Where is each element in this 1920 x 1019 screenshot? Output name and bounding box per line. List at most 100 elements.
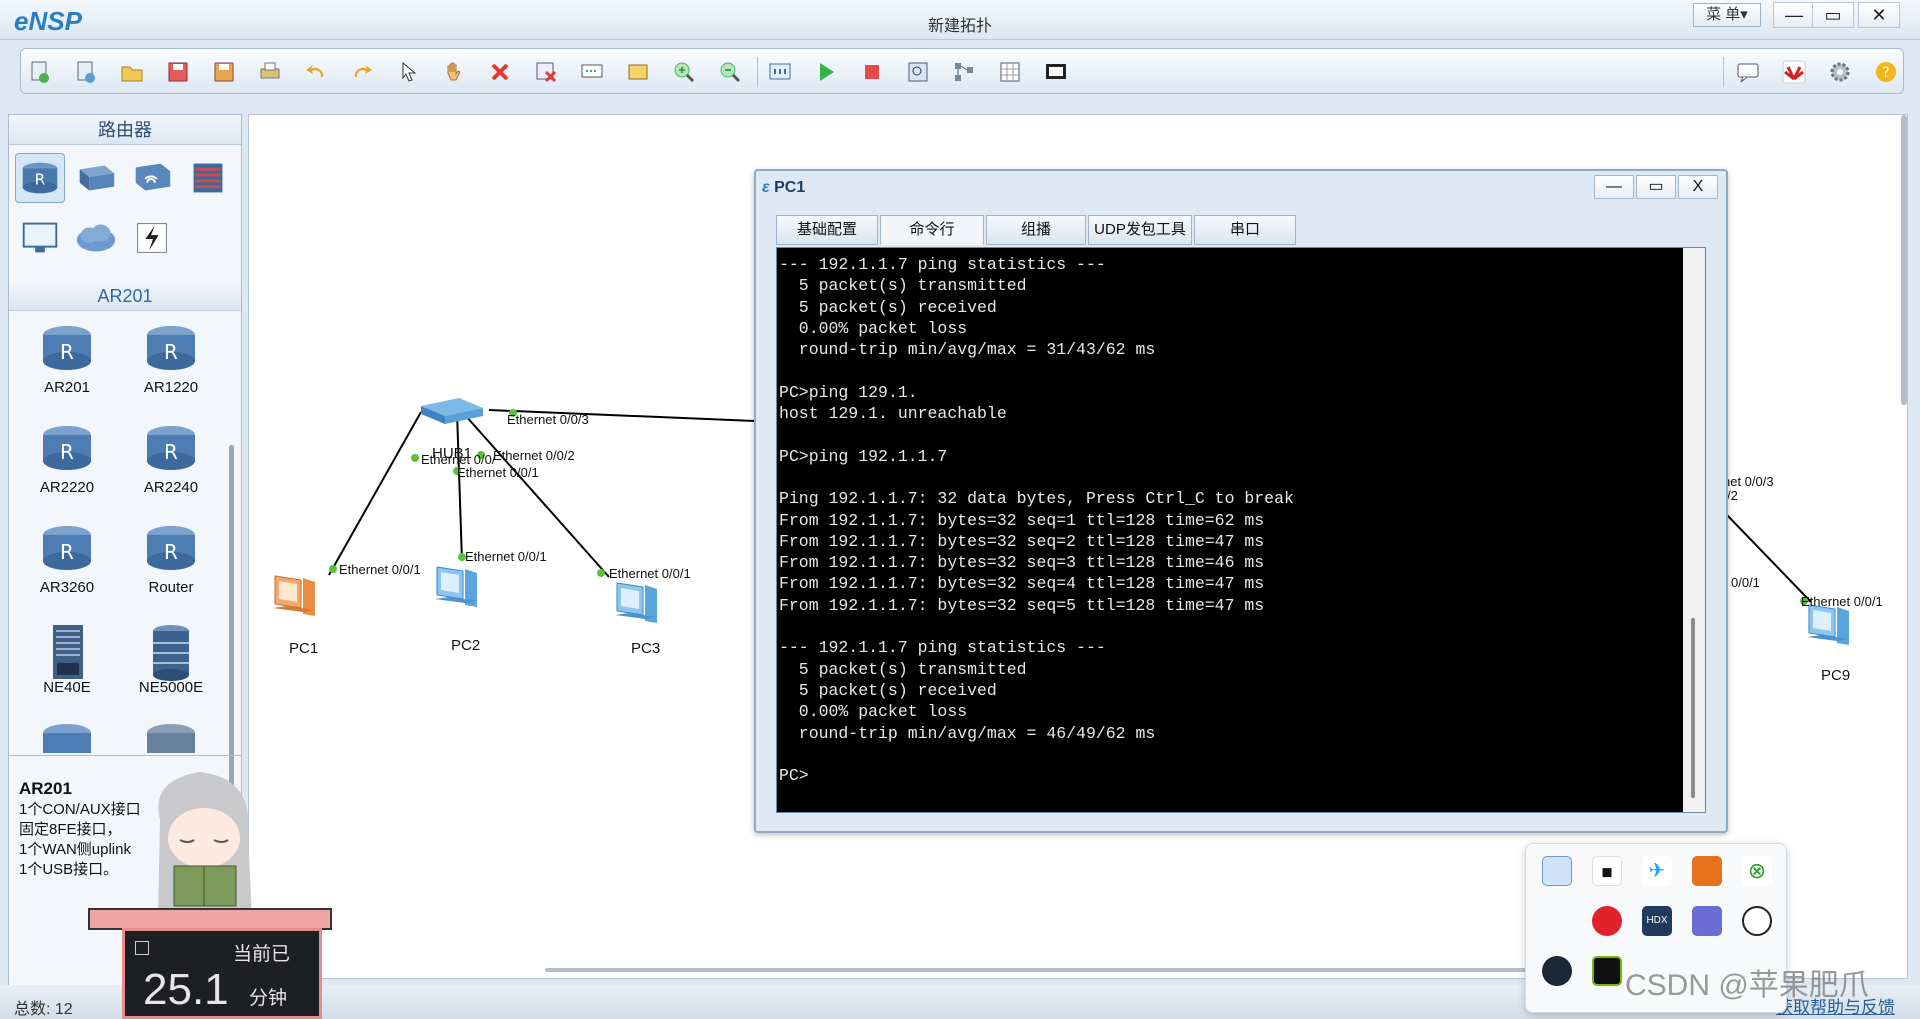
device-ar3260[interactable]: R AR3260: [22, 521, 112, 596]
fit-icon[interactable]: [767, 59, 793, 85]
svg-text:R: R: [35, 171, 46, 189]
minimize-button[interactable]: —: [1773, 2, 1815, 28]
cloud-category-icon[interactable]: [71, 213, 121, 263]
link-category-icon[interactable]: [127, 213, 177, 263]
pc3-icon[interactable]: [611, 577, 675, 633]
feishu-icon[interactable]: ✈: [1642, 856, 1672, 886]
dialog-close-button[interactable]: X: [1678, 175, 1718, 199]
port-label: 0/0/1: [1731, 575, 1760, 590]
tab-udp-tool[interactable]: UDP发包工具: [1088, 215, 1192, 245]
switch-category-icon[interactable]: [71, 153, 121, 203]
select-icon[interactable]: [395, 59, 421, 85]
menu-button[interactable]: 菜 单▾: [1693, 3, 1761, 27]
dialog-maximize-button[interactable]: ▭: [1636, 175, 1676, 199]
settings-icon[interactable]: [1827, 59, 1853, 85]
wireless-category-icon[interactable]: [127, 153, 177, 203]
zoom-out-icon[interactable]: [717, 59, 743, 85]
device-ar201[interactable]: R AR201: [22, 321, 112, 396]
save-icon[interactable]: [165, 59, 191, 85]
port-label: Ethernet 0/0/1: [339, 562, 421, 577]
delete-icon[interactable]: [487, 59, 513, 85]
desc-line: 1个WAN侧uplink: [19, 841, 131, 858]
pan-hand-icon[interactable]: [441, 59, 467, 85]
router-icon: R: [37, 421, 97, 477]
device-ar2240[interactable]: R AR2240: [126, 421, 216, 496]
device-router[interactable]: R Router: [126, 521, 216, 596]
device-partial[interactable]: [126, 719, 216, 753]
router-icon: R: [37, 521, 97, 577]
notion-icon[interactable]: ◼: [1592, 856, 1622, 886]
device-ne40e[interactable]: NE40E: [22, 621, 112, 696]
terminal-scrollbar[interactable]: [1683, 248, 1705, 812]
router-category-icon[interactable]: R: [15, 153, 65, 203]
terminal[interactable]: --- 192.1.1.7 ping statistics --- 5 pack…: [776, 247, 1706, 813]
print-icon[interactable]: [257, 59, 283, 85]
close-button[interactable]: ✕: [1858, 2, 1900, 28]
pc9-label: PC9: [1821, 667, 1851, 684]
undo-icon[interactable]: [303, 59, 329, 85]
tab-serial[interactable]: 串口: [1194, 215, 1296, 245]
timer-value: 25.1: [143, 965, 229, 1014]
device-ne5000e[interactable]: NE5000E: [126, 621, 216, 696]
pc2-icon[interactable]: [431, 561, 495, 617]
zoom-in-icon[interactable]: [671, 59, 697, 85]
category-header: 路由器: [9, 115, 241, 145]
firewall-category-icon[interactable]: [183, 153, 233, 203]
device-label: AR1220: [143, 379, 199, 396]
port-label: Ethernet 0/0/1: [1801, 594, 1883, 609]
chat-icon[interactable]: [1735, 59, 1761, 85]
pc-category-icon[interactable]: [15, 213, 65, 263]
ensp-icon: ε: [762, 179, 770, 196]
pc1-dialog: ε PC1 — ▭ X 基础配置 命令行 组播 UDP发包工具 串口 --- 1…: [754, 169, 1728, 833]
desc-line: 1个USB接口。: [19, 861, 119, 878]
dialog-minimize-button[interactable]: —: [1594, 175, 1634, 199]
restore-button[interactable]: ▭: [1812, 2, 1854, 28]
device-partial[interactable]: [22, 719, 112, 753]
tab-multicast[interactable]: 组播: [986, 215, 1086, 245]
netease-music-icon[interactable]: [1592, 906, 1622, 936]
save-as-icon[interactable]: [211, 59, 237, 85]
stop-all-icon[interactable]: [859, 59, 885, 85]
start-all-icon[interactable]: [813, 59, 839, 85]
device-ar1220[interactable]: R AR1220: [126, 321, 216, 396]
hdx-icon[interactable]: HDX: [1642, 906, 1672, 936]
pc1-icon[interactable]: [269, 570, 333, 626]
device-label: AR3260: [39, 579, 95, 596]
steam-icon[interactable]: [1542, 956, 1572, 986]
help-icon[interactable]: ?: [1873, 59, 1899, 85]
grid-icon[interactable]: [997, 59, 1023, 85]
blank-icon[interactable]: [1542, 906, 1572, 936]
new-topology-icon[interactable]: [27, 59, 53, 85]
chassis-router-icon: [141, 621, 201, 681]
port-label: Ethernet 0/0/2: [493, 448, 575, 463]
paint-app-icon[interactable]: [1542, 856, 1572, 886]
capture-icon[interactable]: [905, 59, 931, 85]
device-scrollbar[interactable]: [229, 445, 234, 795]
device-count: 总数: 12: [14, 1001, 73, 1018]
toolbar: ?: [20, 48, 1904, 94]
router-icon: [37, 719, 97, 753]
redo-icon[interactable]: [349, 59, 375, 85]
delete-links-icon[interactable]: [533, 59, 559, 85]
device-ar2220[interactable]: R AR2220: [22, 421, 112, 496]
xbox-icon[interactable]: ⊗: [1742, 856, 1772, 886]
tab-command-line[interactable]: 命令行: [880, 215, 984, 245]
chatgpt-icon[interactable]: [1742, 906, 1772, 936]
text-icon[interactable]: [579, 59, 605, 85]
teams-icon[interactable]: [1692, 906, 1722, 936]
topology-icon[interactable]: [951, 59, 977, 85]
open-icon[interactable]: [119, 59, 145, 85]
screen-icon[interactable]: [1043, 59, 1069, 85]
router-icon: R: [37, 321, 97, 377]
palette-icon[interactable]: [625, 59, 651, 85]
timer-menu-icon[interactable]: [135, 941, 149, 955]
tab-basic-config[interactable]: 基础配置: [776, 215, 878, 245]
canvas-hscrollbar[interactable]: [545, 968, 1615, 972]
huawei-icon[interactable]: [1781, 59, 1807, 85]
new-example-icon[interactable]: [73, 59, 99, 85]
hub-icon[interactable]: [417, 392, 487, 428]
app-orange-icon[interactable]: [1692, 856, 1722, 886]
nvidia-icon[interactable]: [1592, 956, 1622, 986]
canvas-vscrollbar[interactable]: [1901, 115, 1907, 405]
desc-title: AR201: [19, 779, 72, 798]
